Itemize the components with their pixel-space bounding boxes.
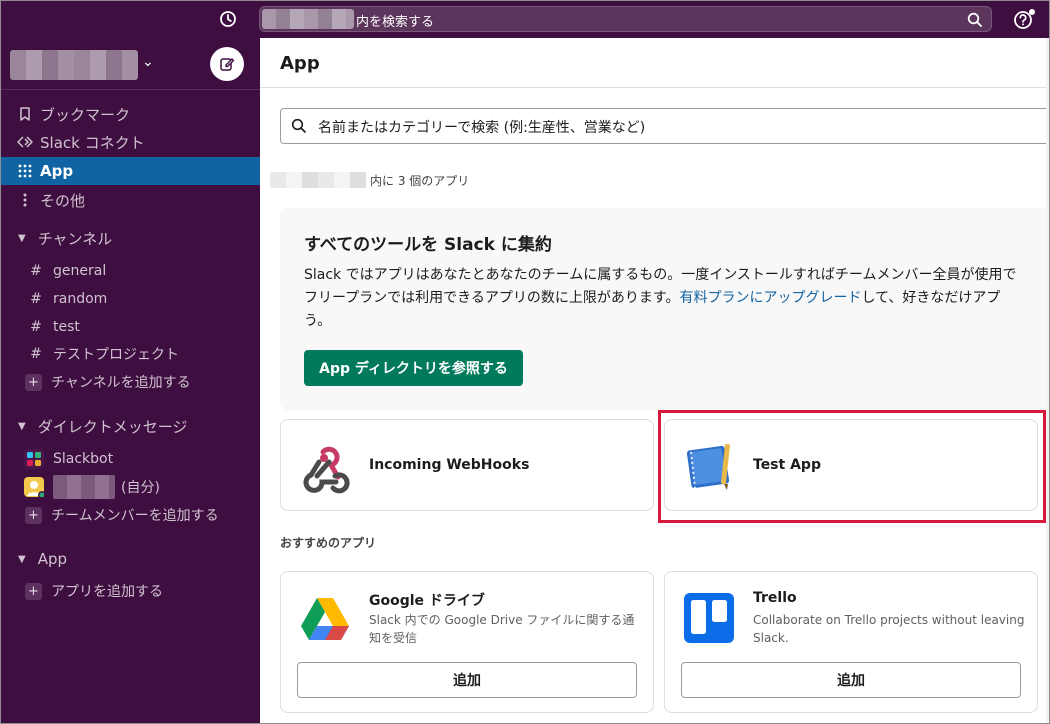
- sidebar-item-more[interactable]: その他: [0, 186, 260, 214]
- channel-name: test: [53, 319, 80, 335]
- caret-down-icon: ▼: [18, 232, 26, 244]
- app-search-input[interactable]: 名前またはカテゴリーで検索 (例:生産性、営業など): [280, 108, 1050, 144]
- section-label: ダイレクトメッセージ: [37, 417, 188, 436]
- workspace-header[interactable]: ⌄: [0, 38, 260, 90]
- search-bar-text: 内を検索する: [356, 15, 435, 30]
- promo-line: う。: [304, 313, 332, 329]
- chevron-down-icon[interactable]: ⌄: [142, 54, 154, 70]
- section-label: チャンネル: [37, 229, 113, 248]
- channel-name: random: [53, 291, 108, 307]
- plus-icon: +: [25, 373, 42, 391]
- scrollbar[interactable]: [1046, 38, 1050, 724]
- search-icon[interactable]: [967, 12, 983, 28]
- promo-line: Slack ではアプリはあなたとあなたのチームに属するもの。一度インストールすれ…: [304, 267, 1017, 283]
- promo-body: Slack ではアプリはあなたとあなたのチームに属するもの。一度インストールすれ…: [304, 264, 1050, 333]
- promo-line: フリープランでは利用できるアプリの数に上限があります。有料プランにアップグレード…: [304, 287, 1050, 310]
- search-icon: [291, 118, 306, 133]
- app-description: Collaborate on Trello projects without l…: [753, 613, 1025, 645]
- avatar: [24, 477, 46, 499]
- sidebar-item-label: ブックマーク: [40, 105, 131, 124]
- app-count: 内に 3 個のアプリ: [270, 171, 469, 189]
- main-panel: App 名前またはカテゴリーで検索 (例:生産性、営業など) 内に 3 個のアプ…: [260, 38, 1050, 724]
- add-app-label: アプリを追加する: [51, 584, 163, 600]
- user-name-redacted: [53, 475, 115, 499]
- plus-icon: +: [25, 582, 42, 600]
- app-description: Slack 内での Google Drive ファイルに関する通知を受信: [369, 613, 635, 645]
- hash-icon: #: [30, 291, 42, 307]
- compose-icon[interactable]: [210, 47, 244, 81]
- section-label: App: [37, 550, 68, 568]
- sidebar-item-label: App: [40, 162, 74, 180]
- promo-text: フリープランでは利用できるアプリの数に上限があります。: [304, 290, 680, 306]
- apps-grid-icon: [16, 164, 34, 178]
- app-name: Google ドライブ: [369, 593, 485, 609]
- sidebar-item-label: その他: [40, 191, 86, 210]
- dm-self-label: (自分): [121, 480, 160, 496]
- promo-text: して、好きなだけアプ: [861, 290, 1001, 306]
- recommended-app-card[interactable]: Google ドライブ Slack 内での Google Drive ファイルに…: [280, 571, 654, 713]
- sidebar-item-channel[interactable]: # random: [0, 285, 260, 313]
- recommended-app-card[interactable]: Trello Collaborate on Trello projects wi…: [664, 571, 1038, 713]
- add-channel-button[interactable]: + チャンネルを追加する: [0, 368, 260, 396]
- more-icon: [16, 193, 34, 207]
- sidebar-item-channel[interactable]: # general: [0, 257, 260, 285]
- plus-icon: +: [25, 506, 42, 524]
- sidebar-item-channel[interactable]: # テストプロジェクト: [0, 340, 260, 368]
- sidebar-item-bookmarks[interactable]: ブックマーク: [0, 100, 260, 128]
- page-title: App: [280, 53, 320, 74]
- recommended-heading: おすすめのアプリ: [280, 536, 377, 550]
- sidebar-item-channel[interactable]: # test: [0, 313, 260, 341]
- workspace-search-bar[interactable]: 内を検索する: [259, 6, 992, 32]
- app-count-text: 内に 3 個のアプリ: [370, 173, 470, 188]
- installed-app-card[interactable]: Incoming WebHooks: [280, 419, 654, 511]
- webhook-icon: [303, 446, 350, 494]
- sidebar-item-slack-connect[interactable]: Slack コネクト: [0, 128, 260, 156]
- dm-section-header[interactable]: ▼ ダイレクトメッセージ: [0, 412, 260, 440]
- top-bar: 内を検索する: [0, 0, 1050, 38]
- add-app-button[interactable]: + アプリを追加する: [0, 577, 260, 605]
- app-name: Incoming WebHooks: [369, 457, 530, 473]
- caret-down-icon: ▼: [18, 553, 26, 565]
- add-member-button[interactable]: + チームメンバーを追加する: [0, 501, 260, 529]
- trello-icon: [684, 593, 734, 643]
- add-channel-label: チャンネルを追加する: [51, 375, 191, 391]
- workspace-name-redacted: [262, 9, 354, 29]
- search-placeholder: 名前またはカテゴリーで検索 (例:生産性、営業など): [318, 120, 646, 136]
- add-app-button[interactable]: 追加: [681, 662, 1021, 698]
- app-section-header[interactable]: ▼ App: [0, 545, 260, 573]
- workspace-name-redacted: [270, 172, 366, 188]
- help-icon[interactable]: [1012, 8, 1038, 32]
- hash-icon: #: [30, 346, 42, 362]
- hash-icon: #: [30, 263, 42, 279]
- sidebar-item-label: Slack コネクト: [40, 133, 145, 152]
- workspace-name-redacted: [10, 50, 138, 80]
- promo-title: すべてのツールを Slack に集約: [304, 235, 552, 255]
- google-drive-icon: [301, 598, 349, 640]
- promo-banner: すべてのツールを Slack に集約 Slack ではアプリはあなたとあなたのチ…: [280, 208, 1050, 410]
- sidebar-item-dm-slackbot[interactable]: Slackbot: [0, 445, 260, 473]
- caret-down-icon: ▼: [18, 420, 26, 432]
- highlight-box: [658, 410, 1046, 523]
- main-header: App: [260, 38, 1050, 88]
- sidebar: ⌄ ブックマーク Slack コネクト App その他 ▼ チャンネル # gen…: [0, 38, 260, 724]
- add-app-button[interactable]: 追加: [297, 662, 637, 698]
- connect-icon: [16, 135, 34, 149]
- channel-name: テストプロジェクト: [53, 347, 179, 363]
- slackbot-avatar: [24, 449, 44, 469]
- upgrade-link[interactable]: 有料プランにアップグレード: [679, 290, 861, 306]
- sidebar-item-dm-self[interactable]: (自分): [0, 473, 260, 501]
- hash-icon: #: [30, 319, 42, 335]
- channel-name: general: [53, 263, 107, 279]
- clock-icon[interactable]: [216, 7, 240, 31]
- dm-name: Slackbot: [53, 451, 114, 467]
- browse-app-directory-button[interactable]: App ディレクトリを参照する: [304, 350, 523, 386]
- channels-section-header[interactable]: ▼ チャンネル: [0, 224, 260, 252]
- app-name: Trello: [753, 590, 797, 606]
- add-member-label: チームメンバーを追加する: [51, 508, 219, 524]
- sidebar-item-app[interactable]: App: [0, 157, 260, 185]
- bookmark-icon: [16, 107, 34, 121]
